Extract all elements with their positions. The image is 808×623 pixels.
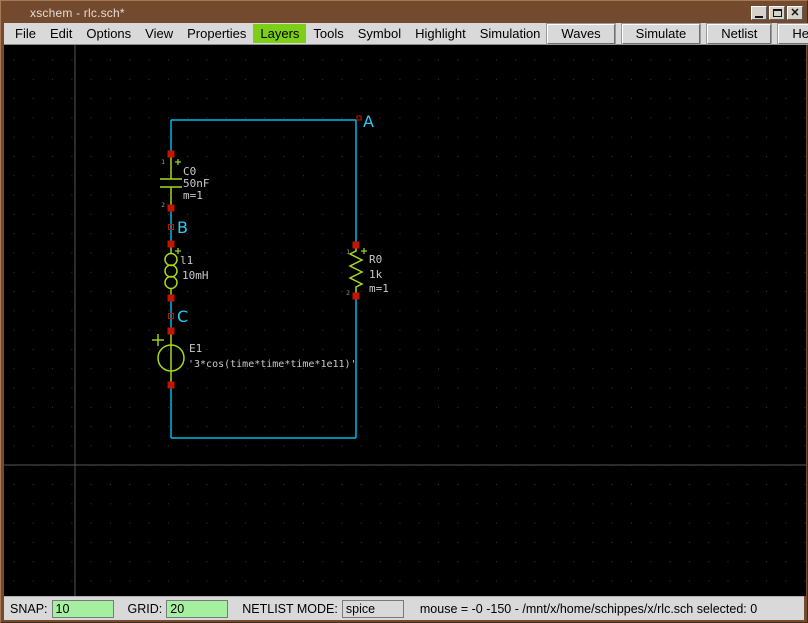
pin-terminal[interactable] [167, 204, 175, 212]
menu-simulation[interactable]: Simulation [473, 24, 548, 43]
node-label-a[interactable]: A [363, 112, 374, 131]
resistor-name: R0 [369, 253, 382, 266]
pin-terminal[interactable] [167, 150, 175, 158]
source-symbol [152, 331, 185, 385]
menu-options[interactable]: Options [79, 24, 138, 43]
netlist-mode-input[interactable] [341, 599, 404, 618]
component-inductor-l1[interactable]: l1 10mH [164, 240, 209, 302]
menu-symbol[interactable]: Symbol [351, 24, 408, 43]
snap-input[interactable] [51, 599, 114, 618]
menu-layers[interactable]: Layers [253, 24, 307, 43]
xschem-window: xschem - rlc.sch* ✕ File Edit Options Vi… [0, 0, 808, 623]
netlist-mode-label: NETLIST MODE: [242, 601, 338, 616]
component-capacitor-c0[interactable]: 1 2 C0 50nF m=1 [160, 150, 210, 212]
minimize-icon [755, 16, 763, 18]
menu-file[interactable]: File [8, 24, 43, 43]
close-icon: ✕ [790, 7, 800, 19]
grid-label: GRID: [127, 601, 163, 616]
pin-terminal[interactable] [167, 327, 175, 335]
node-label-b[interactable]: B [177, 218, 188, 237]
menu-tools[interactable]: Tools [306, 24, 350, 43]
pin-terminal[interactable] [167, 294, 175, 302]
source-expression: '3*cos(time*time*time*1e11)' [188, 359, 357, 370]
resistor-value: 1k [369, 268, 383, 281]
schematic-canvas[interactable]: 1 2 C0 50nF m=1 B l1 10mH C E1 '3*cos(ti… [4, 45, 806, 596]
status-bar: SNAP: GRID: NETLIST MODE: mouse = -0 -15… [4, 596, 804, 620]
pin-number: 1 [161, 158, 165, 166]
capacitor-mult: m=1 [183, 189, 203, 202]
menu-bar: File Edit Options View Properties Layers… [4, 22, 808, 45]
netlist-button[interactable]: Netlist [706, 22, 773, 45]
inductor-name: l1 [180, 254, 193, 267]
close-button[interactable]: ✕ [787, 6, 803, 20]
pin-number: 2 [346, 289, 350, 297]
title-bar[interactable]: xschem - rlc.sch* ✕ [4, 3, 804, 23]
menu-edit[interactable]: Edit [43, 24, 79, 43]
component-resistor-r0[interactable]: 1 2 R0 1k m=1 [346, 241, 389, 300]
node-label-c[interactable]: C [177, 307, 188, 326]
snap-label: SNAP: [10, 601, 48, 616]
pin-number: 1 [346, 248, 350, 256]
window-controls: ✕ [751, 6, 804, 20]
pin-terminal[interactable] [167, 381, 175, 389]
source-name: E1 [189, 342, 202, 355]
mouse-coordinates-info: mouse = -0 -150 - /mnt/x/home/schippes/x… [419, 601, 758, 616]
pin-terminal[interactable] [352, 241, 360, 249]
schematic-drawing[interactable]: 1 2 C0 50nF m=1 B l1 10mH C E1 '3*cos(ti… [4, 45, 806, 596]
menu-view[interactable]: View [138, 24, 180, 43]
net-anchor-a[interactable] [356, 115, 362, 121]
pin-terminal[interactable] [352, 292, 360, 300]
menu-action-buttons: Waves Simulate Netlist Help [546, 22, 808, 45]
resistor-mult: m=1 [369, 282, 389, 295]
help-button[interactable]: Help [777, 22, 808, 45]
grid-input[interactable] [166, 599, 229, 618]
inductor-symbol [164, 244, 181, 298]
window-title: xschem - rlc.sch* [30, 6, 125, 20]
inductor-value: 10mH [182, 269, 209, 282]
menu-properties[interactable]: Properties [180, 24, 253, 43]
minimize-button[interactable] [751, 6, 767, 20]
component-source-e1[interactable]: E1 '3*cos(time*time*time*1e11)' [152, 327, 357, 389]
resistor-symbol [348, 245, 367, 296]
waves-button[interactable]: Waves [546, 22, 616, 45]
pin-terminal[interactable] [167, 240, 175, 248]
maximize-button[interactable] [769, 6, 785, 20]
menu-highlight[interactable]: Highlight [408, 24, 473, 43]
pin-number: 2 [161, 201, 165, 209]
simulate-button[interactable]: Simulate [620, 22, 702, 45]
maximize-icon [772, 9, 782, 17]
